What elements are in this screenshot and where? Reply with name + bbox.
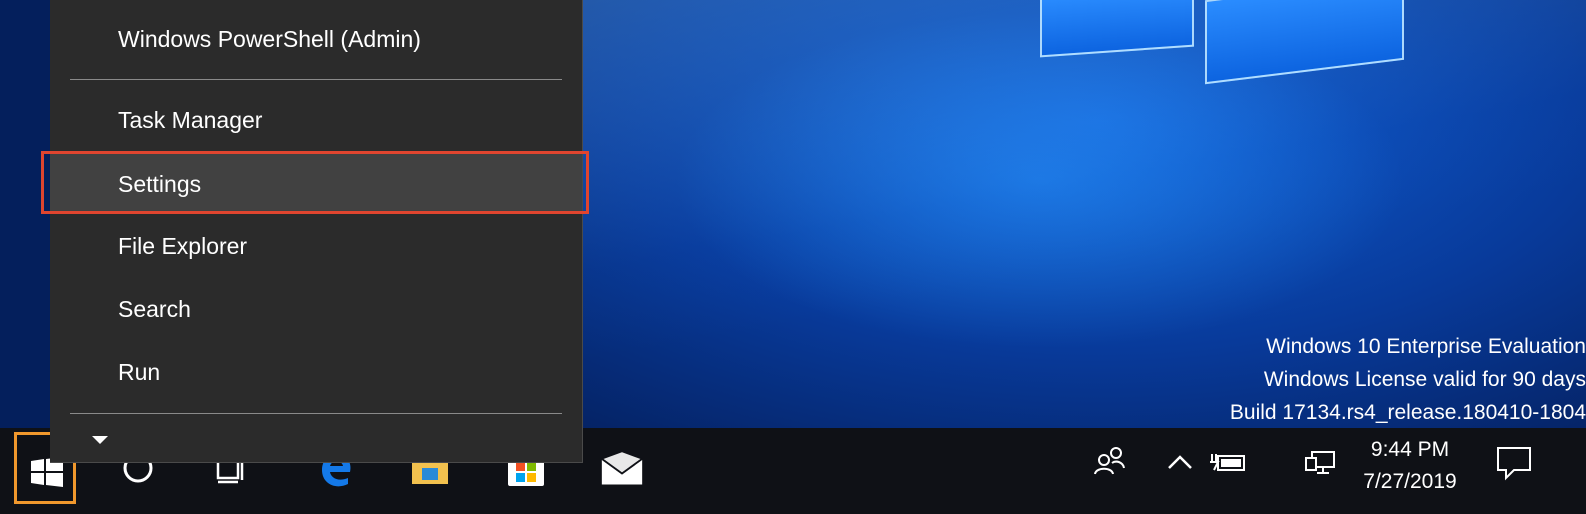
watermark-license: Windows License valid for 90 days xyxy=(1263,368,1586,391)
menu-item-file-explorer[interactable]: File Explorer xyxy=(50,216,582,276)
menu-item-run[interactable]: Run xyxy=(50,342,582,402)
menu-item-powershell-admin[interactable]: Windows PowerShell (Admin) xyxy=(50,9,582,69)
system-clock[interactable]: 9:44 PM 7/27/2019 xyxy=(1355,434,1465,498)
clock-date: 7/27/2019 xyxy=(1363,470,1457,493)
battery-icon[interactable] xyxy=(1208,440,1248,480)
people-icon[interactable] xyxy=(1092,440,1126,480)
menu-item-label: File Explorer xyxy=(118,233,248,259)
menu-item-settings[interactable]: Settings xyxy=(50,154,582,214)
quick-link-menu: Windows PowerShell (Admin) Task Manager … xyxy=(50,0,583,463)
network-icon[interactable] xyxy=(1302,440,1342,480)
menu-item-task-manager[interactable]: Task Manager xyxy=(50,90,582,150)
submenu-caret-icon[interactable] xyxy=(92,436,108,444)
menu-item-label: Settings xyxy=(118,171,202,197)
clock-time: 9:44 PM xyxy=(1370,438,1450,461)
mail-icon[interactable] xyxy=(600,446,644,490)
menu-item-label: Windows PowerShell (Admin) xyxy=(118,26,421,52)
menu-item-search[interactable]: Search xyxy=(50,279,582,339)
evaluation-watermark: Windows 10 Enterprise Evaluation Windows… xyxy=(1230,330,1586,429)
chevron-up-icon[interactable] xyxy=(1164,440,1196,480)
menu-item-label: Run xyxy=(118,359,161,385)
action-center-icon[interactable] xyxy=(1494,440,1534,484)
menu-item-label: Search xyxy=(118,296,191,322)
menu-separator xyxy=(70,79,562,80)
menu-item-label: Task Manager xyxy=(118,107,263,133)
menu-separator xyxy=(70,413,562,414)
watermark-build: Build 17134.rs4_release.180410-1804 xyxy=(1229,401,1586,424)
watermark-edition: Windows 10 Enterprise Evaluation xyxy=(1266,335,1586,358)
